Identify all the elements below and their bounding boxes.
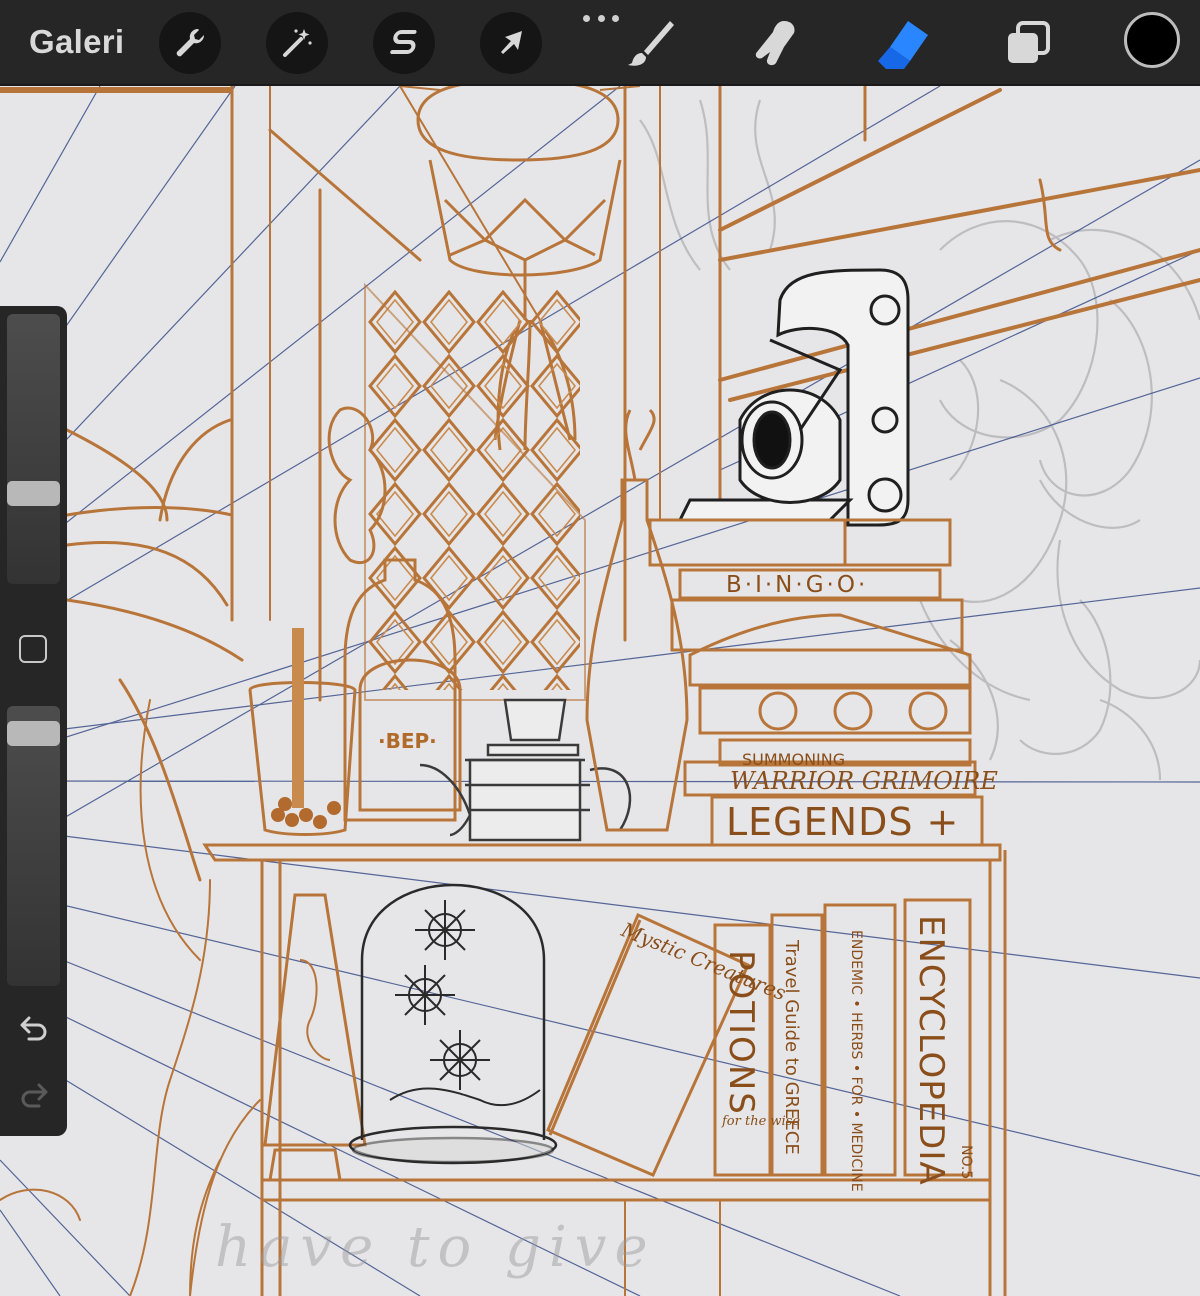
artwork: ·BEP· B·I·N·G·O· SUMMONING WARRIOR GRIMO…	[0, 86, 1200, 1296]
book-stack	[648, 518, 984, 847]
brush-icon	[628, 21, 674, 66]
book-bingo-title: B·I·N·G·O·	[726, 572, 868, 598]
jar-label: ·BEP·	[378, 729, 437, 753]
eraser-button[interactable]	[872, 14, 932, 72]
gallery-button[interactable]: Galeri	[29, 22, 124, 62]
top-toolbar: Galeri	[0, 0, 1200, 86]
book-travel-title: Travel Guide to GREECE	[781, 939, 802, 1155]
magic-wand-icon	[283, 29, 312, 57]
sketch-handwriting: have to give	[215, 1215, 656, 1280]
undo-icon	[20, 1016, 47, 1041]
book-encyclopedia-subtitle: NO.5	[958, 1145, 974, 1179]
glass-dome-flowers	[348, 883, 558, 1165]
adjustments-button[interactable]	[266, 12, 328, 74]
smudge-finger-icon	[755, 21, 795, 66]
window-lattice	[368, 290, 580, 690]
book-warrior-title: WARRIOR GRIMOIRE	[730, 767, 998, 795]
brush-opacity-thumb[interactable]	[7, 721, 60, 746]
book-legends-title: LEGENDS +	[726, 800, 959, 844]
book-potions-title: POTIONS	[721, 950, 761, 1116]
layers-icon	[1008, 21, 1050, 63]
wrench-icon	[176, 28, 205, 57]
transform-button[interactable]	[480, 12, 542, 74]
layers-button[interactable]	[998, 14, 1058, 72]
brush-size-thumb[interactable]	[7, 481, 60, 506]
color-picker-button[interactable]	[1124, 12, 1180, 68]
brush-size-slider[interactable]	[7, 314, 60, 584]
brush-opacity-slider[interactable]	[7, 706, 60, 986]
undo-button[interactable]	[16, 1011, 52, 1045]
modify-button[interactable]	[19, 635, 47, 663]
book-endemic-title: ENDEMIC • HERBS • FOR • MEDICINE	[848, 930, 864, 1192]
selection-s-icon	[390, 30, 417, 54]
brush-sidebar	[0, 306, 67, 1136]
arrow-cursor-icon	[501, 31, 522, 54]
perspective-guides	[0, 86, 1200, 1296]
selection-button[interactable]	[373, 12, 435, 74]
brush-button[interactable]	[620, 14, 680, 72]
drawing-canvas[interactable]: ·BEP· B·I·N·G·O· SUMMONING WARRIOR GRIMO…	[0, 86, 1200, 1296]
book-encyclopedia-title: ENCYCLOPEDIA	[911, 915, 951, 1186]
smudge-button[interactable]	[746, 14, 806, 72]
more-options-button[interactable]	[583, 8, 619, 28]
redo-button[interactable]	[16, 1078, 52, 1112]
actions-button[interactable]	[159, 12, 221, 74]
book-mystic-title: Mystic Creatures	[617, 917, 789, 1005]
sketch-layer	[639, 99, 1200, 781]
camera	[677, 268, 910, 527]
room-lineart	[0, 86, 1200, 1296]
redo-icon	[21, 1083, 48, 1108]
eraser-icon	[878, 21, 928, 69]
